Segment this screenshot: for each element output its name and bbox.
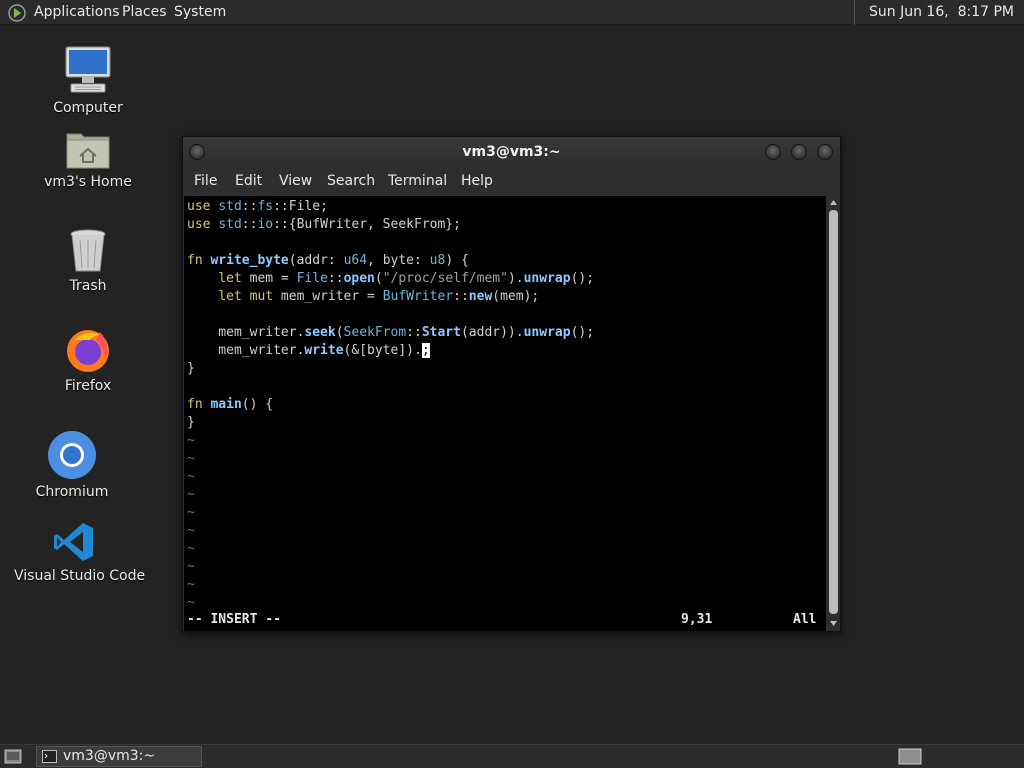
cursor-position: 9,31 (681, 612, 713, 627)
empty-line-marker: ~ (187, 469, 195, 484)
scrollbar-thumb[interactable] (829, 210, 838, 614)
trash-icon (70, 229, 106, 272)
top-panel: Applications Places System Sun Jun 16, 8… (0, 0, 1024, 25)
empty-line-marker: ~ (187, 451, 195, 466)
bottom-panel: vm3@vm3:~ (0, 744, 1024, 768)
code-line: fn write_byte(addr: u64, byte: u8) { (187, 253, 469, 268)
desktop-icon-chromium[interactable]: Chromium (12, 430, 132, 500)
code-line: let mem = File::open("/proc/self/mem").u… (218, 271, 595, 286)
code-line: let mut mem_writer = BufWriter::new(mem)… (218, 289, 540, 304)
empty-line-marker: ~ (187, 559, 195, 574)
computer-icon (65, 46, 111, 93)
scroll-indicator: All (793, 612, 817, 627)
code-line: } (187, 415, 195, 430)
text-cursor: ; (421, 343, 430, 358)
desktop-icon-firefox[interactable]: Firefox (28, 326, 148, 394)
empty-line-marker: ~ (187, 577, 195, 592)
desktop-icon-label: Firefox (64, 378, 112, 394)
desktop-icon-trash[interactable]: Trash (28, 228, 148, 294)
empty-line-marker: ~ (187, 487, 195, 502)
code-line: use std::io::{BufWriter, SeekFrom}; (187, 217, 461, 232)
desktop-icon-label: vm3's Home (44, 174, 132, 190)
desktop-icon-label: Computer (53, 100, 123, 116)
chromium-icon (48, 431, 96, 479)
menu-file[interactable]: File (194, 167, 217, 196)
desktop-icon-computer[interactable]: Computer (28, 44, 148, 116)
minimize-button[interactable] (765, 144, 781, 160)
terminal-screen[interactable]: use std::fs::File; use std::io::{BufWrit… (184, 196, 826, 631)
code-line: use std::fs::File; (187, 199, 328, 214)
taskbar-window-label: vm3@vm3:~ (63, 748, 156, 764)
scroll-up-icon[interactable] (829, 198, 838, 206)
home-folder-icon (66, 133, 110, 169)
menu-view[interactable]: View (279, 167, 312, 196)
scroll-down-icon[interactable] (829, 620, 838, 628)
menu-help[interactable]: Help (461, 167, 493, 196)
code-line: mem_writer.seek(SeekFrom::Start(addr)).u… (187, 325, 595, 340)
vscode-icon (54, 523, 93, 561)
menu-terminal[interactable]: Terminal (388, 167, 447, 196)
empty-line-marker: ~ (187, 523, 195, 538)
terminal-scrollbar[interactable] (827, 196, 840, 631)
desktop-icon-label: Trash (69, 278, 107, 294)
window-title: vm3@vm3:~ (462, 144, 561, 160)
close-button[interactable] (817, 144, 833, 160)
menu-edit[interactable]: Edit (235, 167, 262, 196)
terminal-icon (42, 750, 57, 763)
empty-line-marker: ~ (187, 505, 195, 520)
places-menu[interactable]: Places (122, 0, 167, 25)
firefox-icon (67, 330, 109, 372)
code-line: } (187, 361, 195, 376)
system-menu[interactable]: System (174, 0, 226, 25)
desktop-icon-label: Chromium (35, 484, 109, 500)
empty-line-marker: ~ (187, 433, 195, 448)
terminal-menubar: File Edit View Search Terminal Help (183, 167, 840, 196)
empty-line-marker: ~ (187, 541, 195, 556)
applications-logo-icon[interactable] (8, 4, 26, 22)
code-line: mem_writer.write(&[byte]).; (187, 343, 430, 358)
terminal-titlebar[interactable]: vm3@vm3:~ (183, 137, 840, 167)
desktop-icon-vscode[interactable]: Visual Studio Code (14, 520, 146, 584)
vim-mode-indicator: -- INSERT -- (187, 612, 281, 627)
desktop-icon-home[interactable]: vm3's Home (28, 128, 148, 190)
vim-status-line: -- INSERT -- 9,31 All (184, 610, 826, 630)
taskbar-window-button[interactable]: vm3@vm3:~ (36, 746, 202, 767)
maximize-button[interactable] (791, 144, 807, 160)
clock[interactable]: Sun Jun 16, 8:17 PM (854, 0, 1024, 25)
workspace-switcher-icon[interactable] (898, 748, 922, 765)
desktop-icon-label: Visual Studio Code (14, 568, 146, 584)
applications-menu[interactable]: Applications (34, 0, 120, 25)
code-line: fn main() { (187, 397, 274, 412)
menu-search[interactable]: Search (327, 167, 375, 196)
show-desktop-icon[interactable] (4, 749, 22, 764)
terminal-window[interactable]: vm3@vm3:~ File Edit View Search Terminal… (182, 136, 841, 632)
